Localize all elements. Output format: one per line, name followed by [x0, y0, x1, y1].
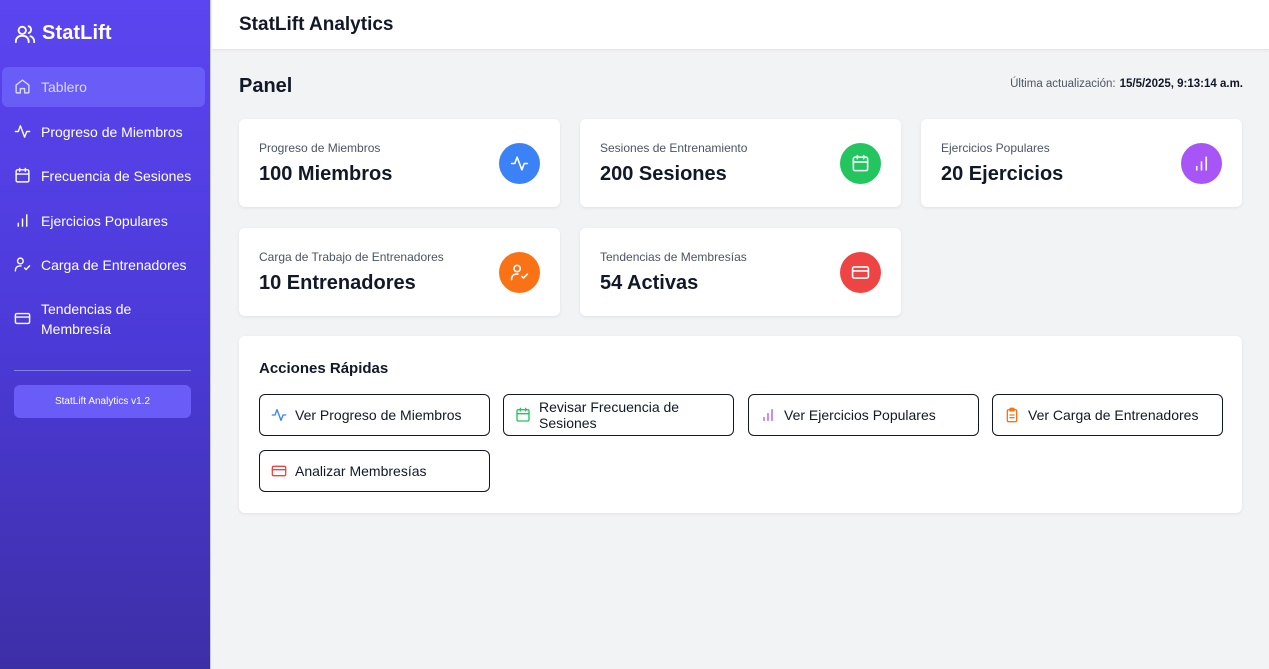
sidebar-item-label: Frecuencia de Sesiones — [41, 168, 192, 184]
sidebar-divider — [14, 370, 191, 371]
stat-card-memberships: Tendencias de Membresías 54 Activas — [580, 228, 901, 316]
button-label: Ver Progreso de Miembros — [295, 407, 462, 423]
sidebar-item-label: Ejercicios Populares — [41, 213, 168, 229]
sidebar-item-progreso[interactable]: Progreso de Miembros — [2, 112, 205, 152]
review-session-frequency-button[interactable]: Revisar Frecuencia de Sesiones — [503, 394, 734, 436]
view-member-progress-button[interactable]: Ver Progreso de Miembros — [259, 394, 490, 436]
card-icon-badge — [840, 252, 881, 293]
view-popular-exercises-button[interactable]: Ver Ejercicios Populares — [748, 394, 979, 436]
card-icon-badge — [499, 143, 540, 184]
sidebar: StatLift Tablero Progreso de Miembros Fr… — [0, 0, 211, 669]
bar-chart-icon — [17, 214, 28, 227]
app-title: StatLift Analytics — [239, 14, 394, 35]
sidebar-item-label: Tendencias de Membresía — [41, 301, 132, 337]
card-icon-badge — [840, 143, 881, 184]
top-header: StatLift Analytics — [212, 0, 1269, 50]
last-updated-value: 15/5/2025, 9:13:14 a.m. — [1119, 78, 1243, 90]
quick-actions-title: Acciones Rápidas — [259, 360, 389, 377]
user-check-icon — [14, 257, 31, 272]
page-title: Panel — [239, 75, 293, 97]
card-value: 10 Entrenadores — [259, 272, 416, 294]
last-updated-label: Última actualización: — [1010, 78, 1116, 90]
credit-card-icon — [14, 312, 31, 325]
home-icon — [15, 79, 30, 94]
card-title: Sesiones de Entrenamiento — [600, 141, 748, 155]
card-value: 20 Ejercicios — [941, 163, 1064, 185]
sidebar-item-membresia[interactable]: Tendencias de Membresía — [2, 289, 205, 349]
card-value: 200 Sesiones — [600, 163, 727, 185]
card-title: Progreso de Miembros — [259, 141, 381, 155]
card-value: 54 Activas — [600, 272, 699, 294]
button-label: Ver Carga de Entrenadores — [1028, 407, 1199, 423]
card-title: Carga de Trabajo de Entrenadores — [259, 250, 444, 264]
sidebar-item-carga[interactable]: Carga de Entrenadores — [2, 245, 205, 285]
bar-chart-icon — [763, 409, 773, 421]
calendar-icon — [852, 154, 869, 172]
last-updated: Última actualización: 15/5/2025, 9:13:14 … — [1010, 78, 1243, 90]
stat-card-members: Progreso de Miembros 100 Miembros — [239, 119, 560, 207]
card-icon-badge — [499, 252, 540, 293]
sidebar-item-ejercicios[interactable]: Ejercicios Populares — [2, 201, 205, 241]
calendar-icon — [15, 167, 30, 183]
activity-icon — [510, 156, 529, 171]
sidebar-item-tablero[interactable]: Tablero — [2, 67, 205, 107]
quick-actions-panel: Acciones Rápidas Ver Progreso de Miembro… — [239, 336, 1242, 513]
card-icon-badge — [1181, 143, 1222, 184]
card-title: Ejercicios Populares — [941, 141, 1050, 155]
sidebar-item-label: Tablero — [41, 79, 87, 95]
stat-card-sessions: Sesiones de Entrenamiento 200 Sesiones — [580, 119, 901, 207]
brand: StatLift — [14, 22, 112, 45]
user-check-icon — [510, 264, 529, 281]
card-value: 100 Miembros — [259, 163, 393, 185]
sidebar-item-frecuencia[interactable]: Frecuencia de Sesiones — [2, 156, 205, 196]
activity-icon — [14, 125, 31, 138]
stat-card-trainers: Carga de Trabajo de Entrenadores 10 Entr… — [239, 228, 560, 316]
card-title: Tendencias de Membresías — [600, 250, 747, 264]
credit-card-icon — [271, 465, 287, 477]
stat-card-exercises: Ejercicios Populares 20 Ejercicios — [921, 119, 1242, 207]
view-trainer-load-button[interactable]: Ver Carga de Entrenadores — [992, 394, 1223, 436]
button-label: Analizar Membresías — [295, 463, 427, 479]
brand-name: StatLift — [42, 22, 112, 44]
bar-chart-icon — [1195, 156, 1208, 171]
credit-card-icon — [851, 266, 870, 279]
sidebar-item-label: Progreso de Miembros — [41, 124, 183, 140]
activity-icon — [271, 409, 287, 421]
analyze-memberships-button[interactable]: Analizar Membresías — [259, 450, 490, 492]
sidebar-item-label: Carga de Entrenadores — [41, 257, 187, 273]
version-badge[interactable]: StatLift Analytics v1.2 — [14, 385, 191, 418]
clipboard-icon — [1006, 407, 1018, 423]
button-label: Revisar Frecuencia de Sesiones — [539, 399, 680, 431]
calendar-icon — [516, 407, 530, 422]
button-label: Ver Ejercicios Populares — [784, 407, 936, 423]
users-icon — [14, 24, 36, 43]
